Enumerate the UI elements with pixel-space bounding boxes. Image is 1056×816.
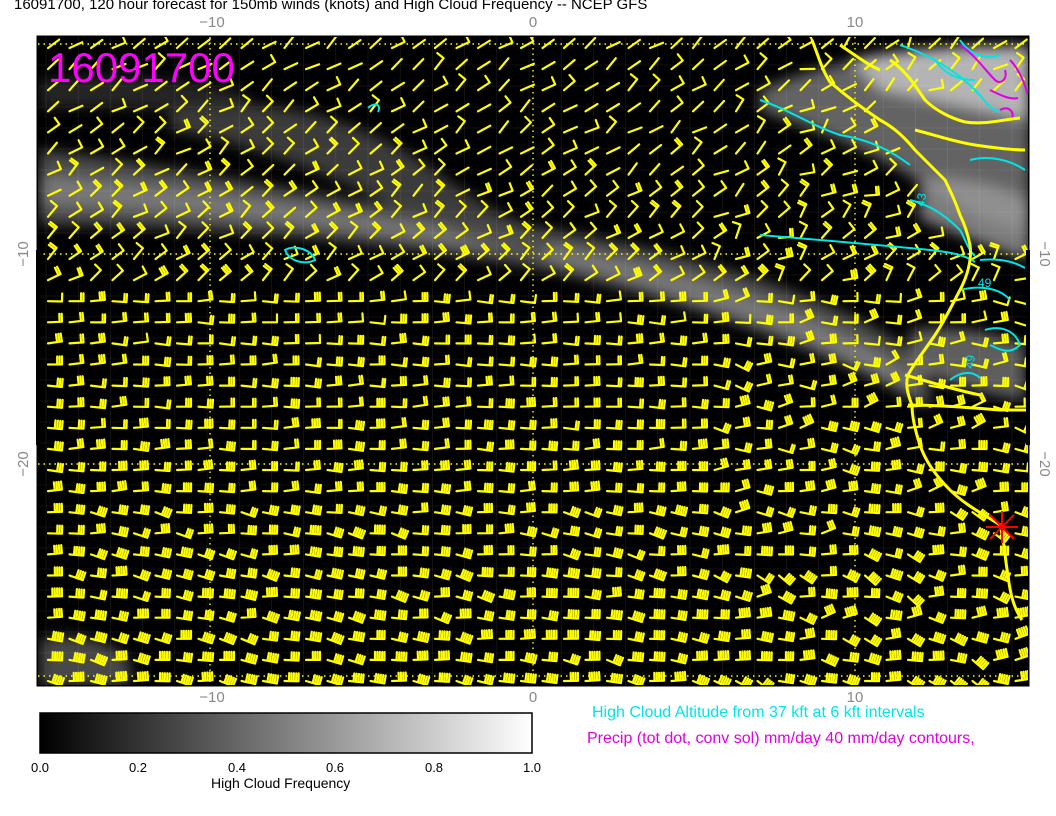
lat-tick-right: −20 [1036, 451, 1053, 476]
legend-cloud-altitude: High Cloud Altitude from 37 kft at 6 kft… [592, 704, 925, 721]
contour-label: 43 [913, 192, 929, 208]
colorbar-tick: 1.0 [522, 760, 542, 775]
map-figure: 43 49 49 16091700 −10 0 10 −10 0 10 −10 … [15, 14, 1053, 754]
storm-marker-icon [986, 511, 1018, 543]
lat-tick-right: −10 [1036, 241, 1053, 266]
colorbar-tick: 0.6 [325, 760, 345, 775]
lon-tick-top: 0 [529, 14, 537, 31]
contour-label: 49 [962, 354, 978, 370]
lon-tick-bottom: 0 [529, 689, 537, 706]
lon-tick-top: 10 [847, 14, 864, 31]
colorbar-tick: 0.4 [227, 760, 247, 775]
colorbar-tick: 0.2 [128, 760, 148, 775]
colorbar [39, 712, 533, 754]
colorbar-tick: 0.0 [30, 760, 50, 775]
lat-tick-left: −20 [15, 451, 32, 476]
lon-tick-bottom: −10 [199, 689, 224, 706]
colorbar-title: High Cloud Frequency [211, 775, 351, 791]
legend-precip: Precip (tot dot, conv sol) mm/day 40 mm/… [587, 730, 975, 747]
date-stamp: 16091700 [48, 44, 235, 91]
lat-tick-left: −10 [15, 241, 32, 266]
colorbar-tick: 0.8 [424, 760, 444, 775]
contour-label: 49 [978, 276, 992, 290]
lon-tick-top: −10 [199, 14, 224, 31]
